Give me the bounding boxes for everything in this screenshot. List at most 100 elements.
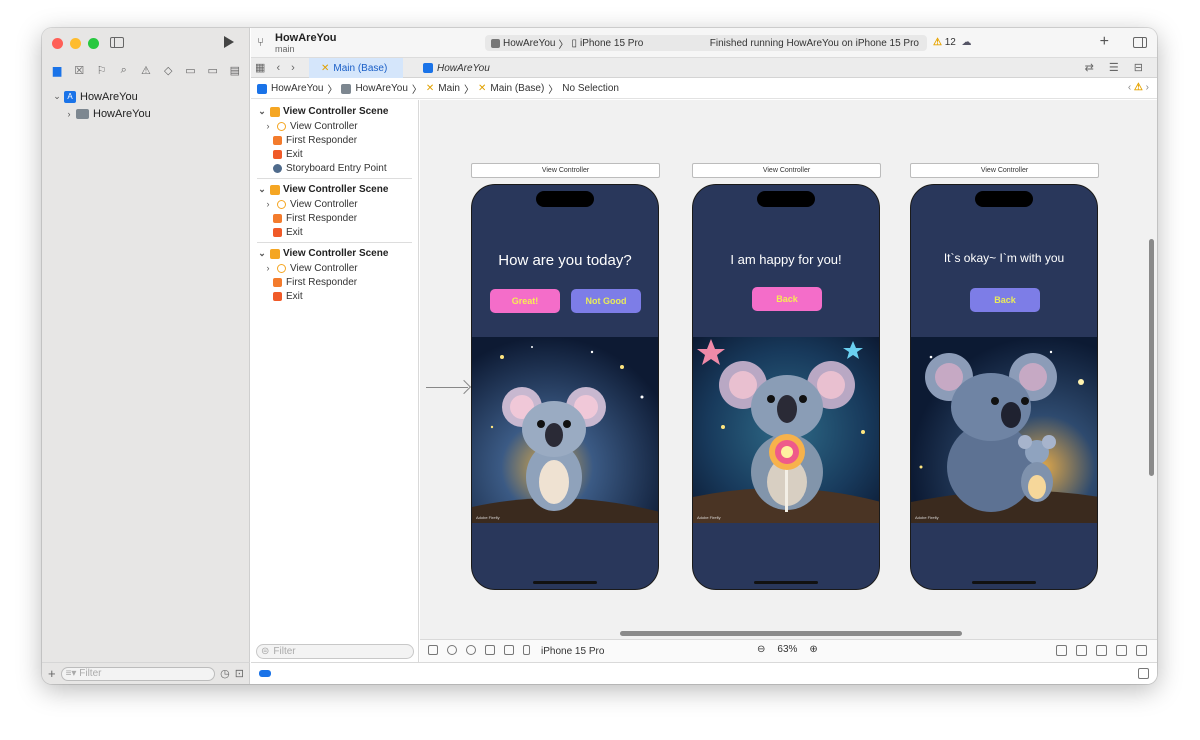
back-button[interactable]: Back [970,288,1040,312]
zoom-out-icon[interactable]: ⊖ [757,644,765,655]
outline-row[interactable]: Exit [251,225,418,239]
chevron-right-icon[interactable]: › [263,199,273,209]
test-icon[interactable]: ◇ [161,64,175,77]
device-icon[interactable] [523,645,530,655]
folder-icon[interactable]: ▆ [50,64,64,77]
tab-main-base[interactable]: ✕ Main (Base) [309,58,403,78]
outline-row[interactable]: First Responder [251,211,418,225]
scheme-selector[interactable]: HowAreYou 〉 ▯ iPhone 15 Pro [485,36,649,51]
cloud-icon: ☁ [961,37,972,48]
orientation-icon[interactable] [485,645,495,655]
scene-icon [270,248,280,259]
pin-icon[interactable] [1096,645,1107,656]
scene-header[interactable]: ⌄ View Controller Scene [251,104,418,119]
outline-row[interactable]: First Responder [251,133,418,147]
console-toggle-icon[interactable] [1138,668,1149,679]
first-responder-icon [273,277,282,287]
scene-header[interactable]: ⌄ View Controller Scene [251,182,418,197]
jump-bar: HowAreYou 〉 HowAreYou 〉 ✕ Main 〉 ✕ Main … [251,79,1157,99]
add-library-button[interactable]: + [1100,33,1109,51]
resolve-issues-icon[interactable] [1116,645,1127,656]
close-window-button[interactable] [52,38,63,49]
jumpbar-item[interactable]: Main [438,83,460,94]
outline-toggle-icon[interactable] [428,645,438,655]
zoom-level[interactable]: 63% [777,644,797,655]
outline-row[interactable]: Exit [251,147,418,161]
scene-icon [270,184,280,195]
search-icon[interactable]: ⌕ [117,64,131,77]
filter-placeholder: Filter [79,668,102,679]
horizontal-scrollbar[interactable] [620,631,962,636]
scene-dock-label[interactable]: View Controller [692,163,881,178]
zoom-in-icon[interactable]: ⊕ [809,644,817,655]
appearance-icon[interactable] [466,645,476,655]
bookmark-icon[interactable]: ⚐ [95,64,109,77]
project-row[interactable]: ⌄ A HowAreYou [42,88,250,105]
filter-options-icon[interactable]: ⊡ [235,667,244,680]
storyboard-canvas[interactable]: View Controller How are you today? Great… [420,100,1157,639]
chevron-right-icon[interactable]: › [263,263,273,273]
entry-point-arrow[interactable] [426,387,468,388]
chevron-right-icon[interactable]: › [64,109,74,119]
outline-row[interactable]: › View Controller [251,119,418,133]
view-controller-icon [277,199,286,209]
align-icon[interactable] [1076,645,1087,656]
warning-icon: ⚠ [933,37,942,48]
zoom-window-button[interactable] [88,38,99,49]
outline-row[interactable]: › View Controller [251,197,418,211]
source-control-icon[interactable]: ☒ [72,64,86,77]
inspector-toggle-icon[interactable] [1133,37,1147,48]
debug-area-toggle[interactable] [259,670,271,677]
chevron-down-icon[interactable]: ⌄ [257,106,267,117]
report-icon[interactable]: ▤ [228,64,242,77]
jumpbar-item[interactable]: HowAreYou [355,83,407,94]
folder-row[interactable]: › HowAreYou [42,105,250,122]
debug-icon[interactable]: ▭ [183,64,197,77]
update-frames-icon[interactable] [1056,645,1067,656]
branch-icon: ⑂ [257,35,265,49]
chevron-down-icon[interactable]: ⌄ [52,91,62,102]
tab-howareyou[interactable]: HowAreYou [411,58,502,78]
back-button[interactable]: Back [752,287,822,311]
scheme-icon [491,38,500,48]
sidebar-toggle-icon[interactable] [110,37,124,48]
navigator-bottom-bar: + ≡▾ Filter ◷ ⊡ [42,662,250,684]
navigator-sidebar: ▆ ☒ ⚐ ⌕ ⚠ ◇ ▭ ▭ ▤ ⌄ A HowAreYou › HowAre… [42,28,250,684]
branch-name[interactable]: main [275,44,295,54]
phone-screen-1[interactable]: How are you today? Great! Not Good Adobe… [471,184,659,590]
device-selector[interactable]: iPhone 15 Pro [541,646,604,657]
jumpbar-item[interactable]: No Selection [562,83,619,94]
phone-screen-3[interactable]: It`s okay~ I`m with you Back Adobe Firef… [910,184,1098,590]
breakpoint-icon[interactable]: ▭ [206,64,220,77]
phone-screen-2[interactable]: I am happy for you! Back Adobe Firefly [692,184,880,590]
outline-row[interactable]: › View Controller [251,261,418,275]
jumpbar-item[interactable]: Main (Base) [490,83,544,94]
scene-header[interactable]: ⌄ View Controller Scene [251,246,418,261]
jumpbar-item[interactable]: HowAreYou [271,83,323,94]
outline-filter-input[interactable]: ⊜ Filter [256,644,414,659]
outline-row[interactable]: Exit [251,289,418,303]
vertical-scrollbar[interactable] [1149,239,1154,476]
not-good-button[interactable]: Not Good [571,289,641,313]
warning-icon[interactable]: ⚠ [139,64,153,77]
great-button[interactable]: Great! [490,289,560,313]
warnings-badge[interactable]: ⚠ 12 ☁ [933,37,971,48]
chevron-right-icon[interactable]: › [263,121,273,131]
navigator-filter-input[interactable]: ≡▾ Filter [60,666,216,681]
add-icon[interactable]: + [48,666,56,681]
chevron-down-icon[interactable]: ⌄ [257,248,267,259]
issue-navigation[interactable]: ‹ ⚠ › [1128,82,1149,93]
accessibility-icon[interactable] [447,645,457,655]
minimize-window-button[interactable] [70,38,81,49]
layout-icon[interactable] [504,645,514,655]
editor-options[interactable]: ⇄ ☰ ⊟ [1085,61,1149,74]
recent-icon[interactable]: ◷ [220,667,230,680]
scene-dock-label[interactable]: View Controller [910,163,1099,178]
run-button[interactable] [224,36,234,48]
scene-dock-label[interactable]: View Controller [471,163,660,178]
tab-navigation[interactable]: ▦ ‹ › [255,61,299,74]
outline-row[interactable]: Storyboard Entry Point [251,161,418,175]
outline-row[interactable]: First Responder [251,275,418,289]
chevron-down-icon[interactable]: ⌄ [257,184,267,195]
embed-icon[interactable] [1136,645,1147,656]
